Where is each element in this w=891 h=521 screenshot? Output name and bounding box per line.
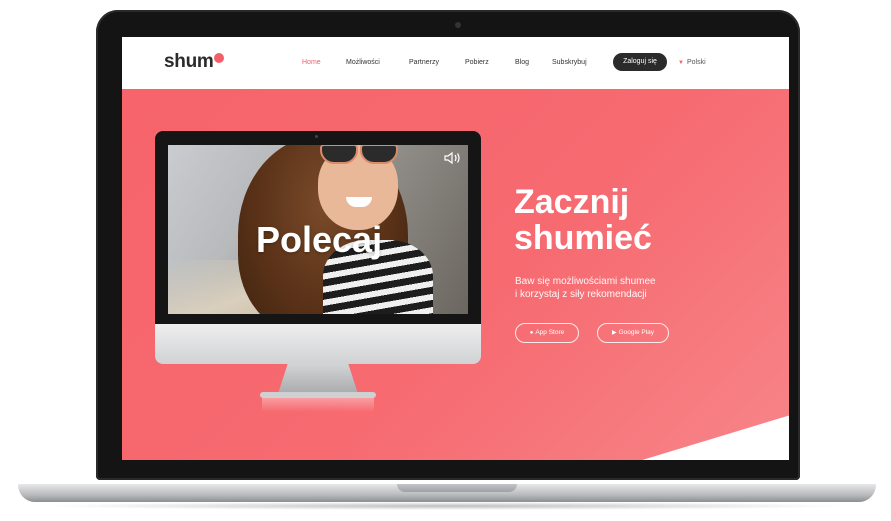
login-button[interactable]: Zaloguj się — [613, 53, 667, 71]
navbar: shum Home Możliwości Partnerzy Pobierz B… — [122, 37, 789, 89]
apple-icon: ● — [529, 330, 534, 336]
hero-subtitle: Baw się możliwościami shumee i korzystaj… — [515, 275, 656, 301]
nav-item-subskrybuj[interactable]: Subskrybuj — [552, 59, 587, 66]
google-play-label: Google Play — [618, 329, 655, 336]
language-selector[interactable]: ▼ Polski — [678, 59, 706, 66]
nav-item-partnerzy[interactable]: Partnerzy — [409, 59, 439, 66]
app-store-label: App Store — [535, 329, 565, 336]
hero-subtitle-line2: i korzystaj z siły rekomendacji — [515, 289, 647, 300]
hero-subtitle-line1: Baw się możliwościami shumee — [515, 276, 656, 287]
nav-item-home[interactable]: Home — [302, 59, 321, 66]
hero-heading-line1: Zacznij — [514, 183, 630, 221]
app-store-button[interactable]: ● App Store — [515, 323, 579, 343]
promo-video[interactable]: Polecaj — [168, 145, 468, 314]
chevron-down-icon: ▼ — [678, 60, 684, 66]
speaker-icon[interactable] — [444, 151, 462, 165]
hero-heading-line2: shumieć — [514, 219, 652, 257]
laptop-camera — [455, 22, 461, 28]
video-overlay-text: Polecaj — [256, 219, 383, 260]
monitor-stand — [278, 364, 358, 394]
sunglasses — [318, 145, 398, 164]
laptop-notch — [397, 484, 517, 492]
nav-item-mozliwosci[interactable]: Możliwości — [346, 59, 380, 66]
website-screen: shum Home Możliwości Partnerzy Pobierz B… — [122, 37, 789, 460]
laptop-shadow — [40, 502, 854, 510]
logo-dot-icon — [214, 53, 224, 63]
nav-item-pobierz[interactable]: Pobierz — [465, 59, 489, 66]
nav-item-blog[interactable]: Blog — [515, 59, 529, 66]
google-play-icon: ▶ — [611, 330, 617, 336]
monitor-reflection — [262, 398, 374, 412]
language-label: Polski — [686, 59, 706, 66]
monitor-camera — [315, 135, 318, 138]
monitor-chin — [155, 324, 481, 364]
hero-heading: Zacznij shumieć — [514, 184, 652, 256]
google-play-button[interactable]: ▶ Google Play — [597, 323, 669, 343]
logo[interactable]: shum — [164, 51, 214, 73]
